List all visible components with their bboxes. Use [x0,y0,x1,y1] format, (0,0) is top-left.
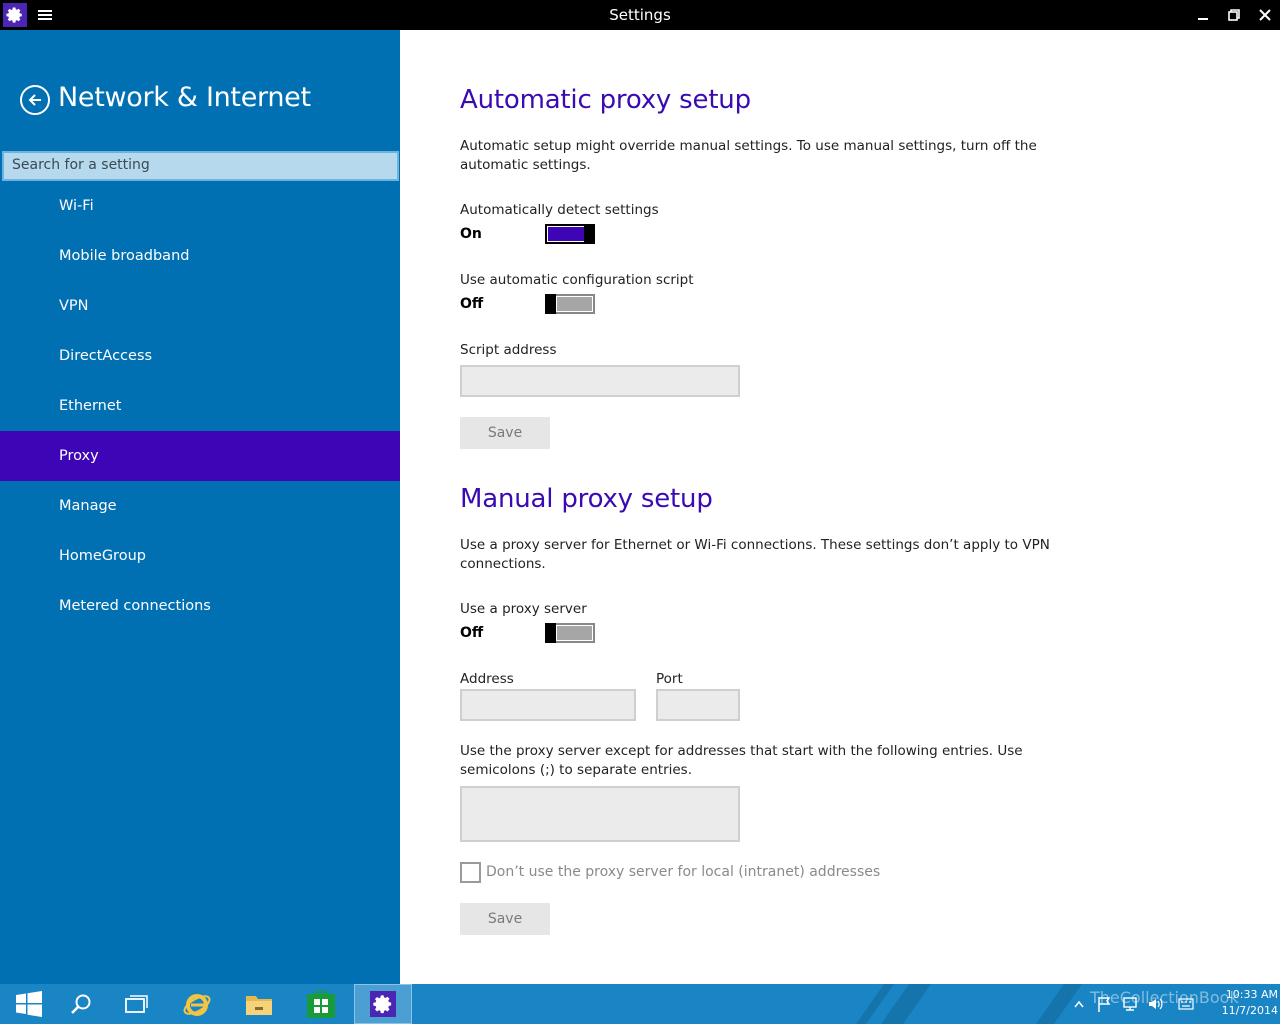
auto-detect-state: On [460,226,482,242]
port-label: Port [656,671,683,687]
config-script-toggle[interactable] [545,294,595,314]
config-script-state: Off [460,296,484,312]
automatic-proxy-description: Automatic setup might override manual se… [460,138,1037,173]
nav-list: Wi-Fi Mobile broadband VPN DirectAccess … [0,181,400,631]
taskbar: TheCollectionBook 10:33 AM 11/7/2014 [0,984,1280,1024]
auto-detect-toggle[interactable] [545,224,595,244]
sidebar-item-metered-connections[interactable]: Metered connections [0,581,400,631]
internet-explorer-icon[interactable] [168,984,226,1024]
sidebar-item-vpn[interactable]: VPN [0,281,400,331]
script-address-field[interactable] [460,365,740,397]
sidebar: Network & Internet Search for a setting … [0,30,400,984]
volume-icon[interactable] [1146,994,1166,1014]
sidebar-item-homegroup[interactable]: HomeGroup [0,531,400,581]
local-addresses-label: Don’t use the proxy server for local (in… [486,864,881,880]
automatic-proxy-heading: Automatic proxy setup [460,85,751,115]
use-proxy-label: Use a proxy server [460,601,587,617]
manual-save-button[interactable]: Save [460,903,550,935]
clock-date: 11/7/2014 [1221,1004,1278,1017]
sidebar-item-mobile-broadband[interactable]: Mobile broadband [0,231,400,281]
sidebar-item-directaccess[interactable]: DirectAccess [0,331,400,381]
sidebar-item-proxy[interactable]: Proxy [0,431,400,481]
title-bar: Settings [0,0,1280,30]
auto-detect-label: Automatically detect settings [460,202,659,218]
clock-time: 10:33 AM [1225,988,1278,1001]
script-address-label: Script address [460,342,557,358]
use-proxy-state: Off [460,625,484,641]
store-icon[interactable] [292,984,350,1024]
port-field[interactable] [656,689,740,721]
local-addresses-checkbox[interactable] [460,862,481,883]
window-title: Settings [609,6,671,24]
task-view-icon[interactable] [108,984,166,1024]
settings-icon[interactable] [354,984,412,1024]
sidebar-item-wifi[interactable]: Wi-Fi [0,181,400,231]
address-field[interactable] [460,689,636,721]
address-label: Address [460,671,514,687]
show-hidden-icons-icon[interactable] [1072,994,1086,1014]
back-arrow-icon[interactable] [20,85,50,115]
manual-proxy-heading: Manual proxy setup [460,484,713,514]
keyboard-icon[interactable] [1176,994,1196,1014]
close-button[interactable] [1249,0,1280,30]
manual-proxy-description: Use a proxy server for Ethernet or Wi-Fi… [460,537,1050,572]
config-script-label: Use automatic configuration script [460,272,694,288]
automatic-save-button[interactable]: Save [460,417,550,449]
sidebar-item-ethernet[interactable]: Ethernet [0,381,400,431]
taskbar-clock[interactable]: 10:33 AM 11/7/2014 [1198,987,1278,1019]
network-icon[interactable] [1120,994,1140,1014]
start-icon[interactable] [0,984,58,1024]
sidebar-item-manage[interactable]: Manage [0,481,400,531]
use-proxy-toggle[interactable] [545,623,595,643]
minimize-button[interactable] [1187,0,1219,30]
exceptions-field[interactable] [460,786,740,842]
restore-button[interactable] [1218,0,1250,30]
file-explorer-icon[interactable] [230,984,288,1024]
exceptions-description: Use the proxy server except for addresse… [460,743,1023,778]
main-content: Automatic proxy setup Automatic setup mi… [400,30,1280,984]
section-title: Network & Internet [58,82,311,113]
action-center-flag-icon[interactable] [1094,994,1114,1014]
search-icon[interactable] [52,984,110,1024]
search-input[interactable]: Search for a setting [2,151,399,181]
